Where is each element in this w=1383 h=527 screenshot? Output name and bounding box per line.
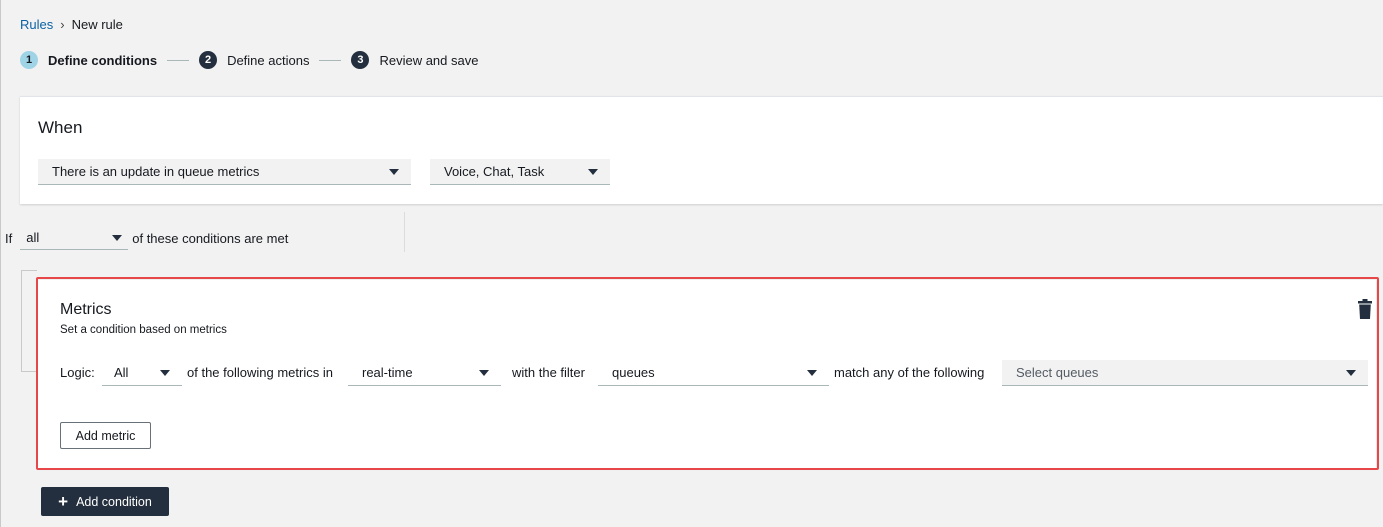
when-title: When — [38, 118, 83, 137]
queues-placeholder: Select queues — [1016, 365, 1099, 380]
step-number-2: 2 — [199, 51, 218, 69]
breadcrumb-current: New rule — [71, 17, 123, 32]
step-define-actions[interactable]: 2 Define actions — [199, 51, 309, 69]
add-metric-button[interactable]: Add metric — [60, 422, 151, 449]
chevron-down-icon — [807, 369, 817, 376]
divider — [404, 212, 405, 252]
metrics-condition-card: Metrics Set a condition based on metrics… — [38, 280, 1376, 468]
left-frame-border — [0, 0, 1, 527]
logic-label: Logic: — [60, 365, 95, 380]
breadcrumb-separator-icon: › — [60, 17, 65, 32]
channels-select[interactable]: Voice, Chat, Task — [430, 159, 610, 185]
metrics-subtitle: Set a condition based on metrics — [60, 324, 227, 336]
wizard-stepper: 1 Define conditions 2 Define actions 3 R… — [20, 51, 478, 69]
step-number-3: 3 — [351, 51, 370, 69]
logic-select[interactable]: All — [102, 360, 182, 386]
chevron-down-icon — [389, 168, 399, 175]
step-connector — [319, 59, 342, 61]
if-suffix-text: of these conditions are met — [132, 230, 289, 246]
trash-icon[interactable] — [1358, 299, 1372, 319]
channels-value: Voice, Chat, Task — [444, 164, 545, 179]
plus-icon: + — [58, 492, 69, 511]
condition-group-bracket — [21, 270, 37, 372]
condition-match-select[interactable]: all — [20, 226, 129, 250]
chevron-down-icon — [588, 168, 598, 175]
when-card: When There is an update in queue metrics… — [20, 96, 1383, 204]
if-label: If — [5, 230, 13, 246]
if-conditions-row: If all of these conditions are met — [5, 226, 288, 250]
chevron-down-icon — [1346, 369, 1356, 376]
chevron-down-icon — [160, 369, 170, 376]
event-type-value: There is an update in queue metrics — [52, 164, 260, 179]
filter-value: queues — [612, 365, 655, 380]
filter-select[interactable]: queues — [598, 360, 829, 386]
step-label-define-conditions: Define conditions — [48, 52, 158, 68]
filter-text: with the filter — [512, 365, 585, 380]
step-label-review-and-save: Review and save — [379, 52, 479, 68]
step-review-and-save[interactable]: 3 Review and save — [351, 51, 478, 69]
breadcrumb: Rules › New rule — [20, 17, 123, 32]
match-text: match any of the following — [834, 365, 985, 380]
event-type-select[interactable]: There is an update in queue metrics — [38, 159, 411, 185]
time-range-select[interactable]: real-time — [348, 360, 501, 386]
logic-value: All — [114, 365, 129, 380]
add-condition-button[interactable]: + Add condition — [41, 487, 169, 516]
step-label-define-actions: Define actions — [227, 52, 310, 68]
chevron-down-icon — [479, 369, 489, 376]
breadcrumb-rules-link[interactable]: Rules — [20, 17, 53, 32]
step-number-1: 1 — [20, 51, 38, 69]
add-condition-label: Add condition — [76, 494, 152, 509]
step-define-conditions[interactable]: 1 Define conditions — [20, 51, 157, 69]
step-connector — [167, 59, 190, 61]
queues-select[interactable]: Select queues — [1002, 360, 1368, 386]
condition-match-value: all — [26, 230, 40, 245]
chevron-down-icon — [112, 234, 123, 241]
following-metrics-text: of the following metrics in — [187, 365, 333, 380]
time-range-value: real-time — [362, 365, 413, 380]
metrics-title: Metrics — [60, 301, 112, 318]
